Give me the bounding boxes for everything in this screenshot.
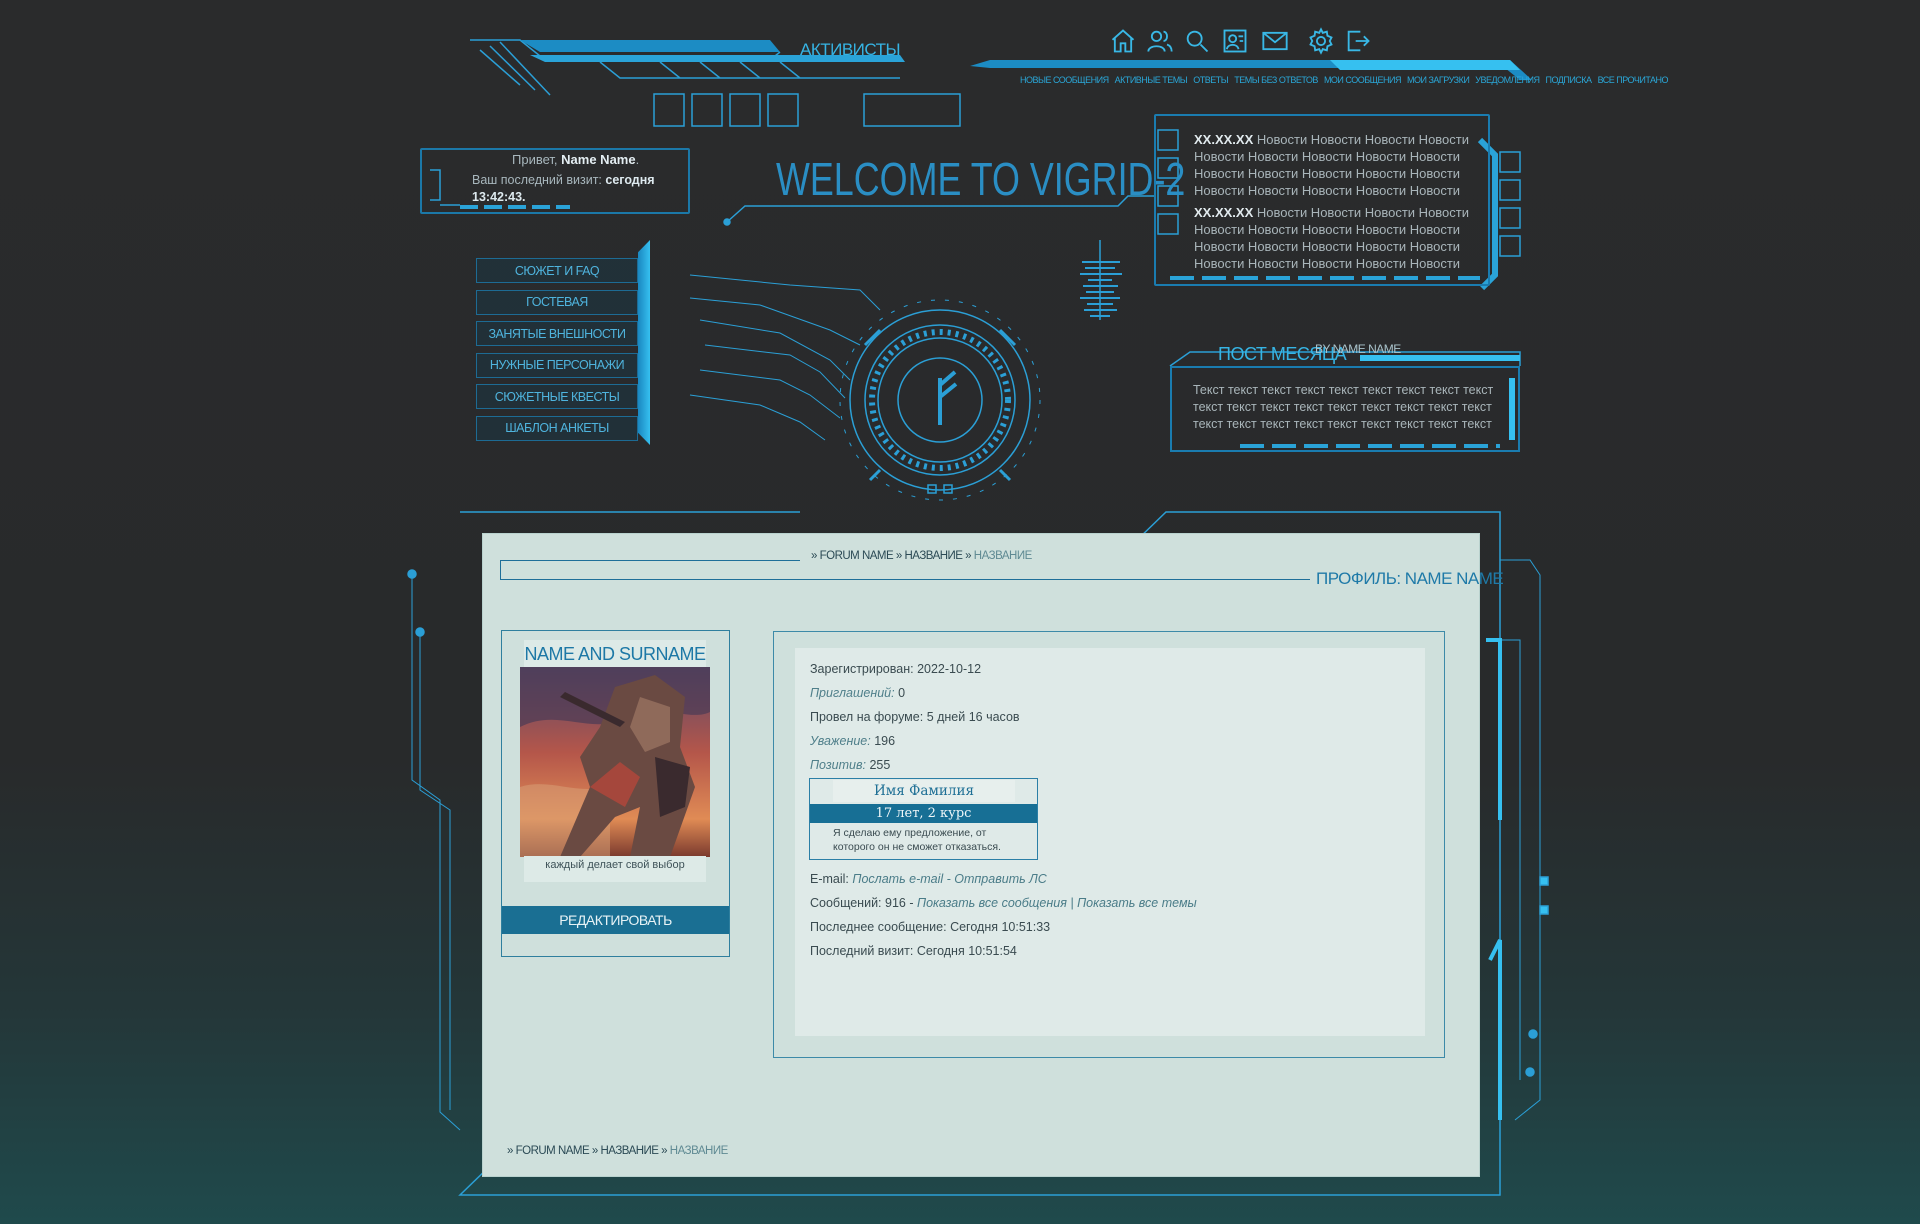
menu-item-taken-faces[interactable]: ЗАНЯТЫЕ ВНЕШНОСТИ: [476, 321, 638, 346]
news-item: XX.XX.XX Новости Новости Новости Новости…: [1194, 204, 1474, 272]
avatar: [520, 667, 710, 857]
greeting-line: Привет, Name Name.: [512, 152, 640, 167]
character-name: Имя Фамилия: [833, 780, 1015, 802]
info-value: Сегодня 10:51:54: [916, 944, 1017, 958]
side-menu: СЮЖЕТ И FAQ ГОСТЕВАЯ ЗАНЯТЫЕ ВНЕШНОСТИ Н…: [476, 258, 638, 447]
nav-link-active-topics[interactable]: АКТИВНЫЕ ТЕМЫ: [1115, 75, 1188, 85]
info-posts: Сообщений: 916 - Показать все сообщения …: [810, 891, 1410, 915]
info-registered: Зарегистрирован: 2022-10-12: [810, 657, 1410, 681]
info-value: 0: [898, 686, 906, 700]
send-pm-link[interactable]: Отправить ЛС: [954, 872, 1046, 886]
show-all-posts-link[interactable]: Показать все сообщения: [917, 896, 1067, 910]
nav-link-new-posts[interactable]: НОВЫЕ СООБЩЕНИЯ: [1020, 75, 1109, 85]
news-date: XX.XX.XX: [1194, 132, 1254, 147]
breadcrumb-current: НАЗВАНИЕ: [669, 1145, 729, 1157]
breadcrumb-section[interactable]: НАЗВАНИЕ: [904, 550, 963, 562]
info-value: 2022-10-12: [917, 662, 982, 676]
info-value: 5 дней 16 часов: [926, 710, 1020, 724]
user-name: NAME AND SURNAME: [524, 640, 706, 668]
info-label: Провел на форуме:: [810, 710, 924, 724]
breadcrumb-forum[interactable]: FORUM NAME: [516, 1145, 590, 1157]
character-card: Имя Фамилия 17 лет, 2 курс Я сделаю ему …: [809, 778, 1038, 860]
menu-accent-bar: [638, 240, 650, 445]
info-last-visit: Последний визит: Сегодня 10:51:54: [810, 939, 1410, 963]
nav-link-my-posts[interactable]: МОИ СООБЩЕНИЯ: [1324, 75, 1402, 85]
breadcrumb-bottom: » FORUM NAME » НАЗВАНИЕ » НАЗВАНИЕ: [507, 1145, 728, 1157]
info-label: Сообщений:: [810, 896, 882, 910]
breadcrumb-forum[interactable]: FORUM NAME: [820, 550, 894, 562]
page-title: ПРОФИЛЬ: NAME NAME: [1316, 569, 1504, 588]
nav-link-my-uploads[interactable]: МОИ ЗАГРУЗКИ: [1407, 75, 1470, 85]
divider: [500, 560, 800, 561]
separator: -: [909, 896, 914, 910]
nav-links: НОВЫЕ СООБЩЕНИЯ АКТИВНЫЕ ТЕМЫ ОТВЕТЫ ТЕМ…: [1020, 75, 1669, 85]
search-icon[interactable]: [1182, 26, 1212, 56]
nav-link-mark-read[interactable]: ВСЕ ПРОЧИТАНО: [1598, 75, 1669, 85]
greeting-box: Привет, Name Name. Ваш последний визит: …: [420, 148, 690, 214]
nav-link-replies[interactable]: ОТВЕТЫ: [1193, 75, 1228, 85]
divider: [500, 579, 1310, 580]
breadcrumb-section[interactable]: НАЗВАНИЕ: [600, 1145, 659, 1157]
post-of-month-text: Текст текст текст текст текст текст текс…: [1193, 383, 1494, 431]
divider: [500, 560, 501, 580]
info-label: Приглашений:: [810, 686, 895, 700]
user-motto: каждый делает свой выбор: [545, 859, 685, 871]
character-quote: Я сделаю ему предложение, от которого он…: [833, 827, 1001, 853]
character-age: 17 лет, 2 курс: [810, 804, 1037, 823]
info-email: E-mail: Послать e-mail - Отправить ЛС: [810, 867, 1410, 891]
nav-link-subscriptions[interactable]: ПОДПИСКА: [1546, 75, 1593, 85]
info-label: Уважение:: [810, 734, 871, 748]
welcome-title: WELCOME TO VIGRID-2: [776, 153, 1186, 205]
menu-item-plot-faq[interactable]: СЮЖЕТ И FAQ: [476, 258, 638, 283]
show-all-topics-link[interactable]: Показать все темы: [1077, 896, 1197, 910]
breadcrumb-current: НАЗВАНИЕ: [973, 550, 1033, 562]
site-title[interactable]: АКТИВИСТЫ: [800, 40, 901, 60]
news-item: XX.XX.XX Новости Новости Новости Новости…: [1194, 131, 1474, 199]
info-last-post: Последнее сообщение: Сегодня 10:51:33: [810, 915, 1410, 939]
send-email-link[interactable]: Послать e-mail: [852, 872, 943, 886]
info-label: Позитив:: [810, 758, 866, 772]
last-visit-label: Ваш последний визит:: [472, 173, 602, 187]
nav-link-notifications[interactable]: УВЕДОМЛЕНИЯ: [1475, 75, 1540, 85]
edit-profile-button[interactable]: РЕДАКТИРОВАТЬ: [502, 906, 729, 934]
gear-icon[interactable]: [1306, 26, 1336, 56]
info-respect: Уважение: 196: [810, 729, 1410, 753]
info-value: 255: [869, 758, 891, 772]
menu-item-profile-template[interactable]: ШАБЛОН АНКЕТЫ: [476, 415, 638, 441]
info-label: E-mail:: [810, 872, 849, 886]
greeting-last-visit: Ваш последний визит: сегодня 13:42:43.: [472, 172, 687, 206]
home-icon[interactable]: [1108, 26, 1138, 56]
greeting-username[interactable]: Name Name: [561, 152, 635, 167]
separator: -: [946, 872, 951, 886]
separator: |: [1070, 896, 1074, 910]
info-label: Последний визит:: [810, 944, 914, 958]
greeting-hello: Привет,: [512, 152, 558, 167]
info-label: Зарегистрирован:: [810, 662, 914, 676]
menu-item-wanted-characters[interactable]: НУЖНЫЕ ПЕРСОНАЖИ: [476, 352, 638, 378]
news-date: XX.XX.XX: [1194, 205, 1254, 220]
users-icon[interactable]: [1145, 26, 1175, 56]
info-time-on-forum: Провел на форуме: 5 дней 16 часов: [810, 705, 1410, 729]
mail-icon[interactable]: [1260, 26, 1290, 56]
nav-link-unanswered[interactable]: ТЕМЫ БЕЗ ОТВЕТОВ: [1234, 75, 1318, 85]
info-positive: Позитив: 255: [810, 753, 1410, 777]
info-value: Сегодня 10:51:33: [950, 920, 1051, 934]
breadcrumb: » FORUM NAME » НАЗВАНИЕ » НАЗВАНИЕ: [811, 550, 1032, 562]
info-value: 916: [885, 896, 906, 910]
post-of-month-author[interactable]: BY NAME NAME: [1315, 342, 1401, 356]
logout-icon[interactable]: [1343, 26, 1373, 56]
menu-item-plot-quests[interactable]: СЮЖЕТНЫЕ КВЕСТЫ: [476, 384, 638, 409]
news-list: XX.XX.XX Новости Новости Новости Новости…: [1194, 131, 1474, 277]
info-value: 196: [874, 734, 896, 748]
info-label: Последнее сообщение:: [810, 920, 947, 934]
info-invites: Приглашений: 0: [810, 681, 1410, 705]
profile-icon[interactable]: [1220, 26, 1250, 56]
menu-item-guestbook[interactable]: ГОСТЕВАЯ: [476, 289, 638, 315]
